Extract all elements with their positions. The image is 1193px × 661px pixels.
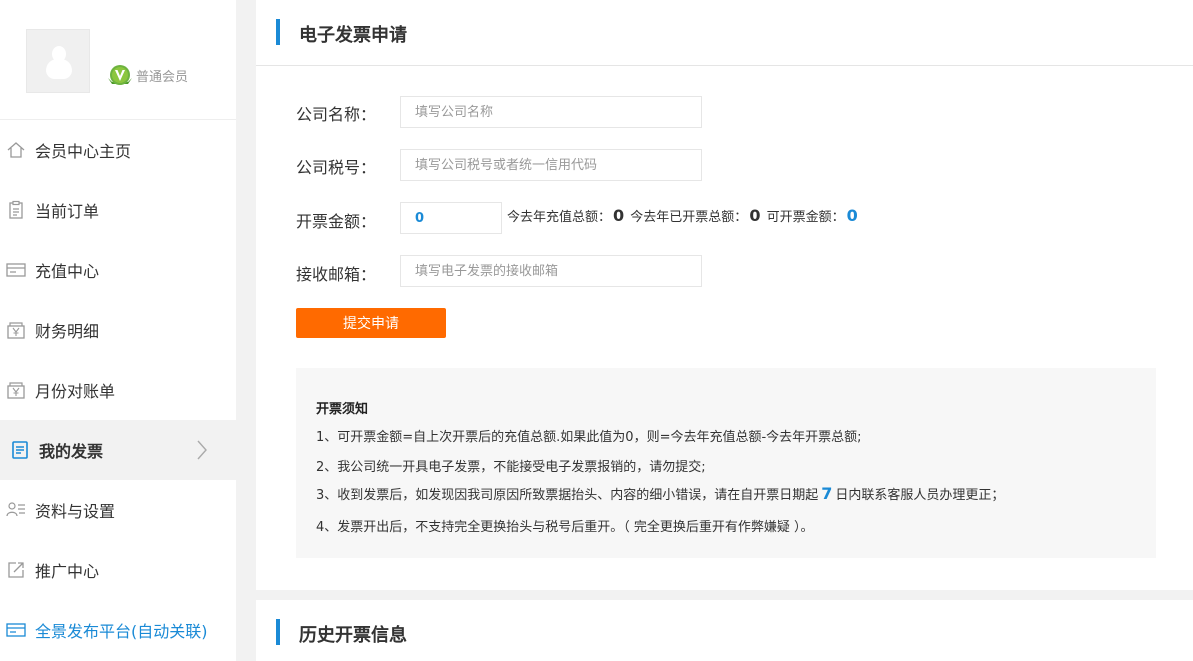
sidebar-item-label: 充值中心 [35, 262, 100, 281]
home-icon [7, 142, 25, 158]
profile-card: 普通会员 [0, 0, 236, 120]
sidebar: 普通会员 会员中心主页 当前订单 充值中心 财务明细 月份对账单 我的发票 资料… [0, 0, 236, 661]
notice-days-value: 7 [821, 484, 833, 503]
notice-line-3-before: 3、收到发票后，如发现因我司原因所致票据抬头、内容的细小错误，请在自开票日期起 [316, 488, 819, 503]
tax-id-label: 公司税号： [296, 158, 377, 177]
vip-badge-icon [108, 65, 132, 85]
sidebar-item-my-invoices[interactable]: 我的发票 [0, 420, 236, 480]
invoice-amount-label: 开票金额： [296, 212, 377, 231]
title-accent-bar [276, 19, 280, 45]
yen-box-icon [7, 382, 25, 399]
panel-header: 电子发票申请 [256, 0, 1193, 66]
email-label: 接收邮箱： [296, 265, 377, 284]
sidebar-item-recharge[interactable]: 充值中心 [0, 240, 236, 300]
notice-line-4: 4、发票开出后，不支持完全更换抬头与税号后重开。（ 完全更换后重开有作弊嫌疑 ）… [316, 520, 814, 535]
sidebar-item-promotion[interactable]: 推广中心 [0, 540, 236, 600]
user-list-icon [6, 502, 25, 517]
notice-line-3: 3、收到发票后，如发现因我司原因所致票据抬头、内容的细小错误，请在自开票日期起 7… [316, 484, 1004, 503]
company-name-input[interactable] [400, 96, 702, 128]
invoiced-total-value: 0 [749, 206, 761, 225]
invoice-notice-box: 开票须知 1、可开票金额=自上次开票后的充值总额.如果此值为0，则=今去年充值总… [296, 368, 1156, 558]
invoice-history-panel: 历史开票信息 [256, 600, 1193, 661]
sidebar-item-label: 财务明细 [35, 322, 100, 341]
yen-box-icon [7, 322, 25, 339]
recharge-total-value: 0 [613, 206, 625, 225]
sidebar-item-home[interactable]: 会员中心主页 [0, 120, 236, 180]
sidebar-item-finance[interactable]: 财务明细 [0, 300, 236, 360]
sidebar-item-panorama-platform[interactable]: 全景发布平台(自动关联) [0, 600, 236, 660]
sidebar-item-label: 全景发布平台(自动关联) [35, 622, 208, 641]
notice-line-1: 1、可开票金额=自上次开票后的充值总额.如果此值为0，则=今去年充值总额-今去年… [316, 430, 862, 445]
invoiced-total-label: 今去年已开票总额： [630, 210, 748, 225]
sidebar-item-monthly-statement[interactable]: 月份对账单 [0, 360, 236, 420]
document-icon [12, 441, 28, 459]
company-name-label: 公司名称： [296, 105, 377, 124]
card-icon [6, 263, 26, 277]
tax-id-input[interactable] [400, 149, 702, 181]
sidebar-item-label: 月份对账单 [35, 382, 116, 401]
available-amount-label: 可开票金额： [766, 210, 845, 225]
submit-application-button[interactable]: 提交申请 [296, 308, 446, 338]
notice-line-2: 2、我公司统一开具电子发票，不能接受电子发票报销的，请勿提交; [316, 460, 706, 475]
amount-stats: 今去年充值总额： 0 今去年已开票总额： 0 可开票金额： 0 [507, 206, 860, 225]
invoice-application-panel: 电子发票申请 公司名称： 公司税号： 开票金额： 今去年充值总额：0 今去年已开… [256, 0, 1193, 590]
sidebar-item-label: 推广中心 [35, 562, 100, 581]
page-title: 电子发票申请 [299, 25, 407, 46]
avatar[interactable] [26, 29, 90, 93]
sidebar-item-label: 我的发票 [39, 442, 104, 461]
recharge-total-label: 今去年充值总额： [507, 210, 612, 225]
email-input[interactable] [400, 255, 702, 287]
history-title: 历史开票信息 [299, 625, 407, 646]
chevron-right-icon [197, 440, 207, 460]
notice-title: 开票须知 [316, 402, 369, 417]
clipboard-icon [9, 200, 23, 219]
title-accent-bar [276, 619, 280, 645]
sidebar-item-label: 会员中心主页 [35, 142, 132, 161]
available-amount-value: 0 [846, 206, 858, 225]
member-level-label: 普通会员 [136, 70, 189, 85]
card-icon [6, 623, 26, 637]
sidebar-item-profile-settings[interactable]: 资料与设置 [0, 480, 236, 540]
sidebar-item-orders[interactable]: 当前订单 [0, 180, 236, 240]
sidebar-item-label: 当前订单 [35, 202, 100, 221]
sidebar-item-label: 资料与设置 [35, 502, 116, 521]
notice-line-3-after: 日内联系客服人员办理更正； [835, 488, 1005, 503]
invoice-amount-input[interactable] [400, 202, 502, 234]
share-icon [8, 562, 24, 578]
panel-header: 历史开票信息 [256, 600, 1193, 661]
